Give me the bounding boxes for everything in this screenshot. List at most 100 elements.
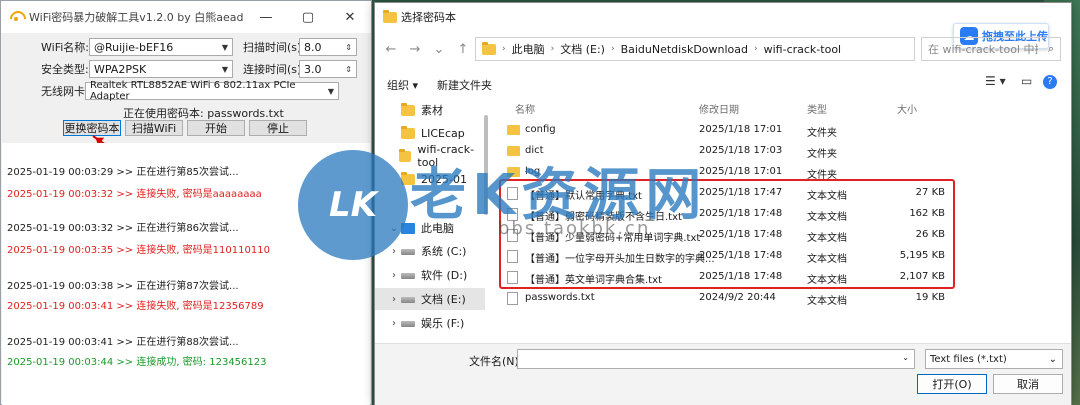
file-list-item[interactable]: dict 2025/1/18 17:03 文件夹 (503, 141, 953, 162)
filename-label: 文件名(N): (469, 355, 523, 368)
up-arrow-icon[interactable]: ↑ (451, 42, 475, 57)
tree-item-label: 娱乐 (F:) (421, 317, 465, 330)
search-input[interactable]: 在 wifi-crack-tool 中搜索 ⌕ (921, 37, 1061, 61)
folder-icon (482, 41, 496, 55)
file-type: 文件夹 (807, 128, 837, 139)
file-modified: 2025/1/18 17:01 (699, 124, 783, 135)
tree-item-sucai[interactable]: 素材 (375, 99, 485, 121)
file-list-item[interactable]: config 2025/1/18 17:01 文件夹 (503, 120, 953, 141)
file-list-item[interactable]: passwords.txt 2024/9/2 20:44 文本文档 19 KB (503, 288, 953, 309)
log-line: 2025-01-19 00:03:41 >> 正在进行第88次尝试... (7, 337, 239, 348)
breadcrumb-wifi-crack-tool[interactable]: wifi-crack-tool (764, 43, 841, 56)
address-bar[interactable]: › 此电脑 › 文档 (E:) › BaiduNetdiskDownload ›… (475, 37, 915, 61)
maximize-button[interactable]: ▢ (287, 1, 329, 33)
tree-item-licecap[interactable]: LICEcap (375, 122, 485, 144)
drive-icon (401, 321, 415, 327)
column-name[interactable]: 名称 (515, 101, 535, 116)
breadcrumb-drive-e[interactable]: 文档 (E:) (560, 41, 605, 57)
help-icon[interactable]: ? (1043, 75, 1057, 89)
column-type[interactable]: 类型 (807, 101, 827, 116)
adapter-label: 无线网卡: (41, 85, 89, 98)
wifi-name-value: @Ruijie-bEF16 (94, 40, 174, 54)
folder-icon (507, 125, 520, 135)
chevron-right-icon: › (550, 44, 555, 54)
tree-item-this-pc[interactable]: ⌄ 此电脑 (375, 217, 485, 239)
connect-time-stepper[interactable]: 3.0 ⇕ (299, 60, 357, 78)
chevron-down-icon: ⇕ (345, 42, 352, 52)
folder-icon (401, 102, 415, 116)
navigation-bar: ← → ⌄ ↑ › 此电脑 › 文档 (E:) › BaiduNetdiskDo… (375, 35, 1071, 63)
filename-input[interactable]: ⌄ (517, 349, 915, 369)
stop-button[interactable]: 停止 (249, 120, 307, 136)
file-type: 文本文档 (807, 296, 847, 307)
drive-icon (401, 297, 415, 303)
breadcrumb-this-pc[interactable]: 此电脑 (512, 41, 545, 57)
scan-time-stepper[interactable]: 8.0 ⇕ (299, 38, 357, 56)
tree-item-label: 系统 (C:) (421, 245, 467, 258)
security-type-value: WPA2PSK (94, 62, 147, 76)
tree-item-2025-01[interactable]: 2025-01 (375, 168, 485, 190)
connect-time-value: 3.0 (304, 62, 322, 76)
file-type-value: Text files (*.txt) (930, 353, 1007, 365)
tree-item-drive-f[interactable]: › 娱乐 (F:) (375, 312, 485, 334)
start-button[interactable]: 开始 (187, 120, 245, 136)
chevron-right-icon[interactable]: › (387, 246, 401, 257)
chevron-right-icon: › (754, 44, 758, 54)
chevron-right-icon[interactable]: › (387, 294, 401, 305)
wifi-crack-window: WiFi密码暴力破解工具v1.2.0 by 白熊aead — ▢ ✕ WiFi名… (0, 0, 372, 405)
text-file-icon (507, 292, 518, 305)
tree-item-drive-d[interactable]: › 软件 (D:) (375, 264, 485, 286)
file-type: 文件夹 (807, 149, 837, 160)
scan-time-value: 8.0 (304, 40, 322, 54)
breadcrumb-baidu[interactable]: BaiduNetdiskDownload (621, 43, 748, 56)
scrollbar-thumb[interactable] (484, 115, 488, 215)
folder-icon (401, 125, 415, 139)
adapter-value: Realtek RTL8852AE WiFi 6 802.11ax PCIe A… (90, 80, 296, 102)
tree-item-label: 文档 (E:) (421, 293, 466, 306)
log-line: 2025-01-19 00:03:35 >> 连接失败, 密码是11011011… (7, 245, 270, 256)
file-type-select[interactable]: Text files (*.txt) ⌄ (925, 349, 1063, 369)
adapter-select[interactable]: Realtek RTL8852AE WiFi 6 802.11ax PCIe A… (85, 80, 339, 102)
nav-scrollbar[interactable] (483, 97, 491, 341)
wifi-icon (9, 11, 23, 23)
tree-item-drive-c[interactable]: › 系统 (C:) (375, 240, 485, 262)
tree-item-label: 此电脑 (421, 222, 454, 235)
tree-item-label: 软件 (D:) (421, 269, 468, 282)
wifi-name-select[interactable]: @Ruijie-bEF16 ▼ (89, 38, 233, 56)
chevron-right-icon[interactable]: › (387, 318, 401, 329)
chevron-right-icon: › (610, 44, 615, 54)
new-folder-button[interactable]: 新建文件夹 (437, 77, 492, 93)
dict-status-text: 正在使用密码本: passwords.txt (123, 107, 284, 120)
log-line: 2025-01-19 00:03:41 >> 连接失败, 密码是12356789 (7, 301, 264, 312)
chevron-down-icon: ▼ (327, 86, 334, 96)
drive-icon (401, 273, 415, 279)
log-line: 2025-01-19 00:03:32 >> 连接失败, 密码是aaaaaaaa (7, 189, 262, 200)
tree-item-wifi-crack-tool[interactable]: wifi-crack-tool (375, 143, 485, 169)
chevron-down-icon[interactable]: ⌄ (902, 353, 909, 362)
chevron-right-icon[interactable]: › (387, 270, 401, 281)
forward-arrow-icon[interactable]: → (403, 42, 427, 57)
file-modified: 2025/1/18 17:03 (699, 145, 783, 156)
view-options-icon[interactable]: ☰ ▾ (985, 74, 1006, 88)
open-button[interactable]: 打开(O) (917, 374, 987, 394)
chevron-down-icon[interactable]: ⌄ (387, 223, 401, 234)
scan-wifi-button[interactable]: 扫描WiFi (125, 120, 183, 136)
search-placeholder: 在 wifi-crack-tool 中搜索 (928, 43, 1038, 56)
log-panel[interactable]: 2025-01-19 00:03:29 >> 正在进行第85次尝试... 202… (2, 143, 370, 405)
security-type-select[interactable]: WPA2PSK ▼ (89, 60, 233, 78)
navigation-pane: 素材 LICEcap wifi-crack-tool 2025-01 ⌄ 此电脑… (375, 95, 485, 343)
column-size[interactable]: 大小 (897, 101, 917, 116)
preview-pane-icon[interactable]: ▭ (1021, 74, 1032, 88)
close-button[interactable]: ✕ (329, 1, 371, 33)
log-line: 2025-01-19 00:03:38 >> 正在进行第87次尝试... (7, 281, 239, 292)
log-line: 2025-01-19 00:03:29 >> 正在进行第85次尝试... (7, 167, 239, 178)
tree-item-drive-e[interactable]: › 文档 (E:) (375, 288, 485, 310)
back-arrow-icon[interactable]: ← (379, 42, 403, 57)
minimize-button[interactable]: — (245, 1, 287, 33)
recent-dropdown-icon[interactable]: ⌄ (427, 42, 451, 57)
security-type-label: 安全类型: (41, 63, 89, 76)
file-name: config (525, 124, 556, 135)
organize-menu[interactable]: 组织 ▾ (387, 77, 418, 93)
column-modified[interactable]: 修改日期 (699, 101, 739, 116)
cancel-button[interactable]: 取消 (993, 374, 1063, 394)
